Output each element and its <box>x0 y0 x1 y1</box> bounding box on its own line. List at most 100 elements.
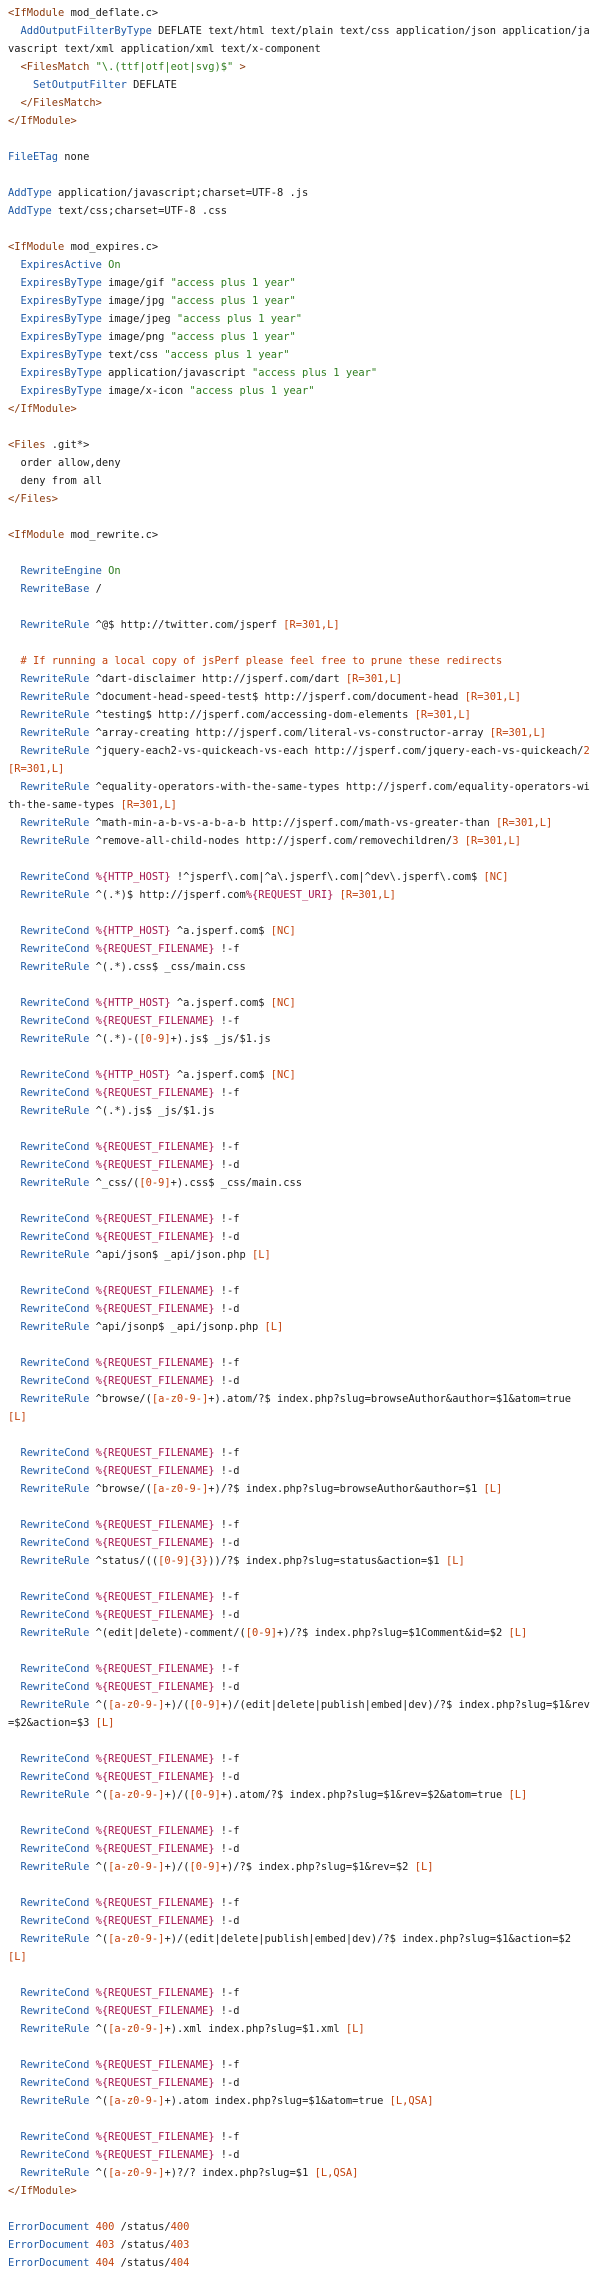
text-token: !^jsperf\.com|^a\.jsperf\.com|^dev\.jspe… <box>170 871 484 883</box>
text-token: +)/( <box>164 1861 190 1873</box>
directive-token: RewriteRule <box>20 1483 90 1495</box>
text-token: !-f <box>214 2059 240 2071</box>
directive-token: RewriteRule <box>20 2167 90 2179</box>
directive-token: RewriteRule <box>20 889 90 901</box>
number-token: 403 <box>170 2239 190 2251</box>
variable-token: %{REQUEST_FILENAME} <box>89 2149 215 2161</box>
text-token: !-f <box>214 1825 240 1837</box>
directive-token: RewriteCond <box>20 925 90 937</box>
variable-token: %{REQUEST_FILENAME} <box>89 1753 215 1765</box>
text-token: +).js$ _js/$1.js <box>170 1033 271 1045</box>
directive-token: RewriteCond <box>20 1915 90 1927</box>
number-token: [0-9]{3} <box>158 1555 209 1567</box>
text-token: !-f <box>214 2131 240 2143</box>
directive-token: RewriteCond <box>20 1015 90 1027</box>
number-token: 403 <box>89 2239 115 2251</box>
directive-token: RewriteCond <box>20 2149 90 2161</box>
variable-token: %{HTTP_HOST} <box>89 925 171 937</box>
code-line: </Files> <box>8 490 592 508</box>
code-line: ExpiresByType text/css "access plus 1 ye… <box>8 346 592 364</box>
text-token: +)/?$ index.php?slug=$1&rev=$2 <box>220 1861 415 1873</box>
directive-token: RewriteCond <box>20 1159 90 1171</box>
directive-token: RewriteCond <box>20 1537 90 1549</box>
string-token: "access plus 1 year" <box>170 295 296 307</box>
code-line: ExpiresByType application/javascript "ac… <box>8 364 592 382</box>
number-token: [L] <box>95 1717 115 1729</box>
number-token: [L] <box>8 1951 27 1963</box>
directive-token: ExpiresByType <box>20 331 102 343</box>
directive-token: ErrorDocument <box>8 2239 90 2251</box>
directive-token: RewriteCond <box>20 2077 90 2089</box>
text-token: !-f <box>214 1753 240 1765</box>
text-token: +)?/? index.php?slug=$1 <box>164 2167 315 2179</box>
comment-token: # If running a local copy of jsPerf plea… <box>8 655 503 667</box>
directive-token: RewriteRule <box>20 691 90 703</box>
code-line: RewriteCond %{REQUEST_FILENAME} !-d <box>8 1534 592 1552</box>
code-line: ExpiresByType image/jpeg "access plus 1 … <box>8 310 592 328</box>
text-token: !-d <box>214 2149 240 2161</box>
variable-token: %{REQUEST_FILENAME} <box>89 1897 215 1909</box>
variable-token: %{REQUEST_FILENAME} <box>89 1825 215 1837</box>
code-line: <IfModule mod_rewrite.c> <box>8 526 592 544</box>
directive-token: RewriteRule <box>20 835 90 847</box>
code-line: RewriteCond %{HTTP_HOST} ^a.jsperf.com$ … <box>8 1066 592 1084</box>
code-line: RewriteRule ^([a-z0-9-]+).xml index.php?… <box>8 2020 592 2038</box>
number-token: [L] <box>445 1555 465 1567</box>
code-line: RewriteCond %{REQUEST_FILENAME} !-f <box>8 2056 592 2074</box>
directive-token: RewriteRule <box>20 1861 90 1873</box>
text-token: text/css;charset=UTF-8 .css <box>51 205 227 217</box>
text-token: +).atom/?$ index.php?slug=browseAuthor&a… <box>208 1393 578 1405</box>
code-line: RewriteCond %{REQUEST_FILENAME} !-f <box>8 940 592 958</box>
variable-token: %{REQUEST_FILENAME} <box>89 943 215 955</box>
text-token: ^_css/( <box>89 1177 140 1189</box>
directive-token: ExpiresByType <box>20 349 102 361</box>
directive-token: ErrorDocument <box>8 2221 90 2233</box>
text-token: ^(.*).js$ _js/$1.js <box>89 1105 215 1117</box>
code-line: ExpiresActive On <box>8 256 592 274</box>
variable-token: %{REQUEST_FILENAME} <box>89 1087 215 1099</box>
directive-token: ExpiresByType <box>20 367 102 379</box>
code-line: RewriteCond %{REQUEST_FILENAME} !-f <box>8 2128 592 2146</box>
directive-token: RewriteRule <box>20 817 90 829</box>
number-token: [L] <box>345 2023 365 2035</box>
text-token: .git*> <box>45 439 90 451</box>
code-line: RewriteCond %{REQUEST_FILENAME} !-d <box>8 1768 592 1786</box>
directive-token: RewriteCond <box>20 943 90 955</box>
code-line: <IfModule mod_deflate.c> <box>8 4 592 22</box>
directive-token: RewriteCond <box>20 1753 90 1765</box>
text-token: ^dart-disclaimer http://jsperf.com/dart <box>89 673 346 685</box>
variable-token: %{REQUEST_FILENAME} <box>89 1681 215 1693</box>
keyword-token: On <box>101 565 121 577</box>
code-line: RewriteRule ^browse/([a-z0-9-]+).atom/?$… <box>8 1390 592 1426</box>
number-token: [R=301,L] <box>120 799 177 811</box>
text-token: !-d <box>214 1537 240 1549</box>
text-token: +)/(edit|delete|publish|embed|dev)/?$ in… <box>164 1933 578 1945</box>
code-line: RewriteRule ^([a-z0-9-]+)/([0-9]+)/(edit… <box>8 1696 592 1732</box>
variable-token: %{REQUEST_FILENAME} <box>89 1231 215 1243</box>
number-token: [0-9] <box>139 1177 171 1189</box>
directive-token: RewriteCond <box>20 1897 90 1909</box>
directive-token: RewriteRule <box>20 727 90 739</box>
text-token: /status/ <box>114 2221 171 2233</box>
